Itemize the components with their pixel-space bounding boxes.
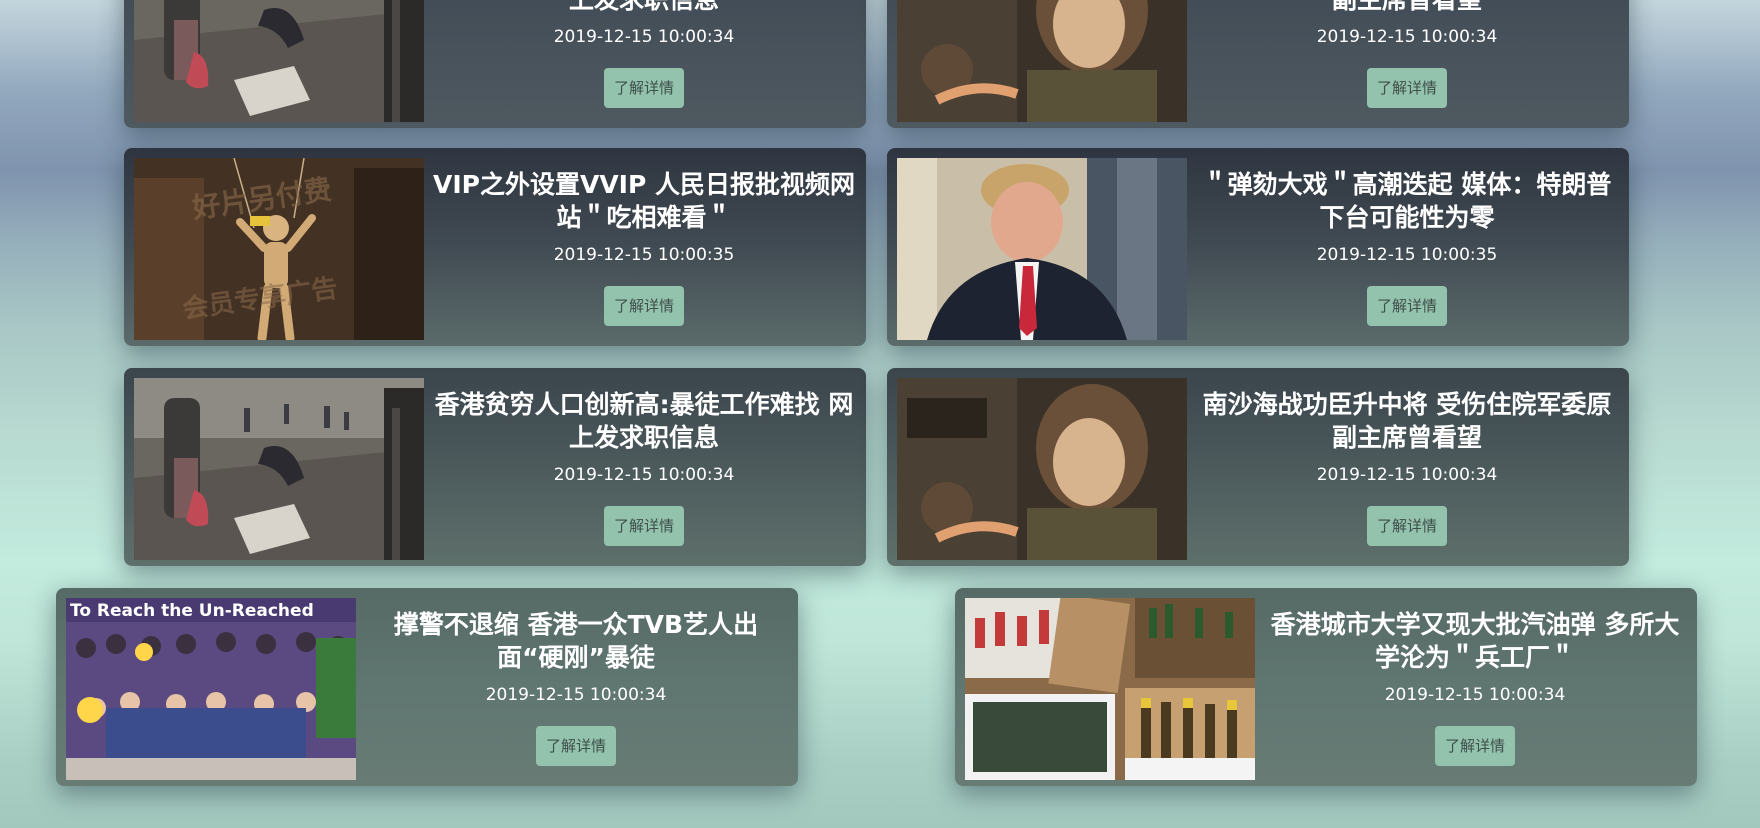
news-card[interactable]: 好片另付费 会员专享广告 VIP之外设置VVIP 人民日报批视频网站＂吃相难看＂… xyxy=(124,148,866,346)
news-thumbnail[interactable]: 好片另付费 会员专享广告 xyxy=(134,158,424,340)
news-title[interactable]: 撑警不退缩 香港一众TVB艺人出面“硬刚”暴徒 xyxy=(364,608,788,674)
details-button[interactable]: 了解详情 xyxy=(1366,286,1447,326)
news-thumbnail[interactable] xyxy=(965,598,1255,780)
news-card[interactable]: To Reach the Un-Reached 撑警不退缩 香港一众TVB艺人出… xyxy=(56,588,798,786)
news-date: 2019-12-15 10:00:34 xyxy=(1384,685,1566,705)
news-card[interactable]: 香港贫穷人口创新高:暴徒工作难找 网上发求职信息 2019-12-15 10:0… xyxy=(124,368,866,566)
details-button[interactable]: 了解详情 xyxy=(1366,68,1447,108)
news-title[interactable]: 香港贫穷人口创新高:暴徒工作难找 网上发求职信息 xyxy=(432,388,856,454)
details-button[interactable]: 了解详情 xyxy=(1434,726,1515,766)
news-title[interactable]: 南沙海战功臣升中将 受伤住院军委原副主席曾看望 xyxy=(1195,0,1619,16)
news-date: 2019-12-15 10:00:35 xyxy=(553,245,735,265)
details-button[interactable]: 了解详情 xyxy=(603,68,684,108)
news-title[interactable]: 香港城市大学又现大批汽油弹 多所大学沦为＂兵工厂＂ xyxy=(1263,608,1687,674)
news-thumbnail[interactable] xyxy=(897,0,1187,122)
news-card[interactable]: 香港贫穷人口创新高:暴徒工作难找 网上发求职信息 2019-12-15 10:0… xyxy=(124,0,866,128)
image-caption: To Reach the Un-Reached xyxy=(70,601,314,621)
news-date: 2019-12-15 10:00:34 xyxy=(553,465,735,485)
news-date: 2019-12-15 10:00:35 xyxy=(1316,245,1498,265)
news-date: 2019-12-15 10:00:34 xyxy=(553,27,735,47)
details-button[interactable]: 了解详情 xyxy=(535,726,616,766)
news-card[interactable]: 南沙海战功臣升中将 受伤住院军委原副主席曾看望 2019-12-15 10:00… xyxy=(887,0,1629,128)
news-date: 2019-12-15 10:00:34 xyxy=(1316,27,1498,47)
news-title[interactable]: 南沙海战功臣升中将 受伤住院军委原副主席曾看望 xyxy=(1195,388,1619,454)
news-thumbnail[interactable] xyxy=(134,0,424,122)
news-card[interactable]: 南沙海战功臣升中将 受伤住院军委原副主席曾看望 2019-12-15 10:00… xyxy=(887,368,1629,566)
news-date: 2019-12-15 10:00:34 xyxy=(485,685,667,705)
details-button[interactable]: 了解详情 xyxy=(603,506,684,546)
news-title[interactable]: ＂弹劾大戏＂高潮迭起 媒体：特朗普下台可能性为零 xyxy=(1195,168,1619,234)
news-thumbnail[interactable]: To Reach the Un-Reached xyxy=(66,598,356,780)
news-thumbnail[interactable] xyxy=(897,158,1187,340)
details-button[interactable]: 了解详情 xyxy=(1366,506,1447,546)
news-card[interactable]: 香港城市大学又现大批汽油弹 多所大学沦为＂兵工厂＂ 2019-12-15 10:… xyxy=(955,588,1697,786)
news-title[interactable]: VIP之外设置VVIP 人民日报批视频网站＂吃相难看＂ xyxy=(432,168,856,234)
news-card[interactable]: ＂弹劾大戏＂高潮迭起 媒体：特朗普下台可能性为零 2019-12-15 10:0… xyxy=(887,148,1629,346)
news-thumbnail[interactable] xyxy=(897,378,1187,560)
news-date: 2019-12-15 10:00:34 xyxy=(1316,465,1498,485)
details-button[interactable]: 了解详情 xyxy=(603,286,684,326)
news-title[interactable]: 香港贫穷人口创新高:暴徒工作难找 网上发求职信息 xyxy=(432,0,856,16)
news-thumbnail[interactable] xyxy=(134,378,424,560)
